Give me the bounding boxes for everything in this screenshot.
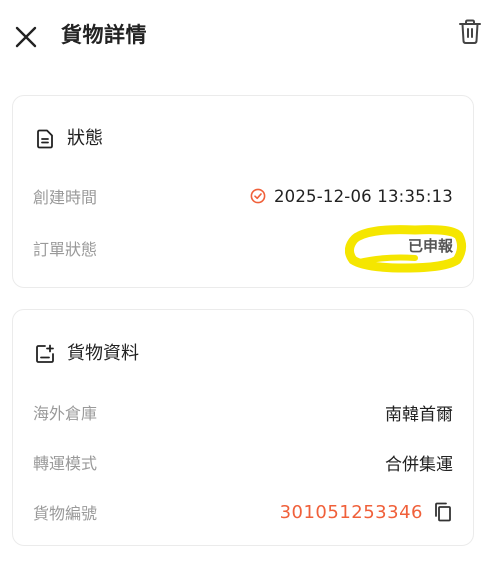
- cargo-number-label: 貨物編號: [33, 504, 98, 523]
- order-status-value: 已申報: [407, 237, 453, 255]
- created-time-value-wrap: 2025-12-06 13:35:13: [250, 187, 453, 206]
- cargo-card-header: 貨物資料: [35, 342, 139, 366]
- shipping-mode-row: 轉運模式 合併集運: [33, 448, 453, 476]
- created-time-row: 創建時間 2025-12-06 13:35:13: [33, 182, 453, 210]
- status-card-header: 狀態: [35, 127, 103, 151]
- document-icon: [35, 129, 55, 149]
- image-add-icon: [35, 344, 55, 364]
- trash-icon: [459, 19, 481, 44]
- status-card: 狀態 創建時間 2025-12-06 13:35:13 訂單狀態 已申報: [12, 95, 474, 288]
- shipping-mode-value: 合併集運: [385, 454, 453, 475]
- cargo-number-row: 貨物編號 301051253346: [33, 498, 453, 526]
- check-circle-icon: [250, 188, 266, 204]
- cargo-number-value-wrap: 301051253346: [280, 501, 453, 523]
- close-icon: [15, 26, 37, 48]
- warehouse-label: 海外倉庫: [33, 404, 98, 423]
- warehouse-row: 海外倉庫 南韓首爾: [33, 398, 453, 426]
- page-title: 貨物詳情: [61, 23, 147, 47]
- created-time-label: 創建時間: [33, 188, 98, 207]
- order-status-label: 訂單狀態: [33, 240, 98, 259]
- cargo-detail-page: 貨物詳情 狀態 創建時間 2025-12-06 13:35:13 訂單狀態 已申…: [0, 0, 493, 561]
- cargo-number-value: 301051253346: [279, 501, 423, 523]
- delete-button[interactable]: [457, 18, 483, 46]
- warehouse-value: 南韓首爾: [385, 404, 453, 425]
- cargo-info-card: 貨物資料 海外倉庫 南韓首爾 轉運模式 合併集運 貨物編號 3010512533…: [12, 309, 474, 546]
- close-button[interactable]: [13, 24, 39, 50]
- copy-button[interactable]: [433, 501, 453, 523]
- shipping-mode-label: 轉運模式: [33, 454, 98, 473]
- cargo-card-title: 貨物資料: [67, 343, 139, 364]
- status-card-title: 狀態: [67, 128, 103, 149]
- top-bar: 貨物詳情: [0, 0, 493, 70]
- created-time-value: 2025-12-06 13:35:13: [273, 186, 453, 206]
- copy-icon: [435, 502, 451, 522]
- order-status-value-wrap: 已申報: [345, 222, 467, 274]
- order-status-row: 訂單狀態 已申報: [33, 222, 467, 274]
